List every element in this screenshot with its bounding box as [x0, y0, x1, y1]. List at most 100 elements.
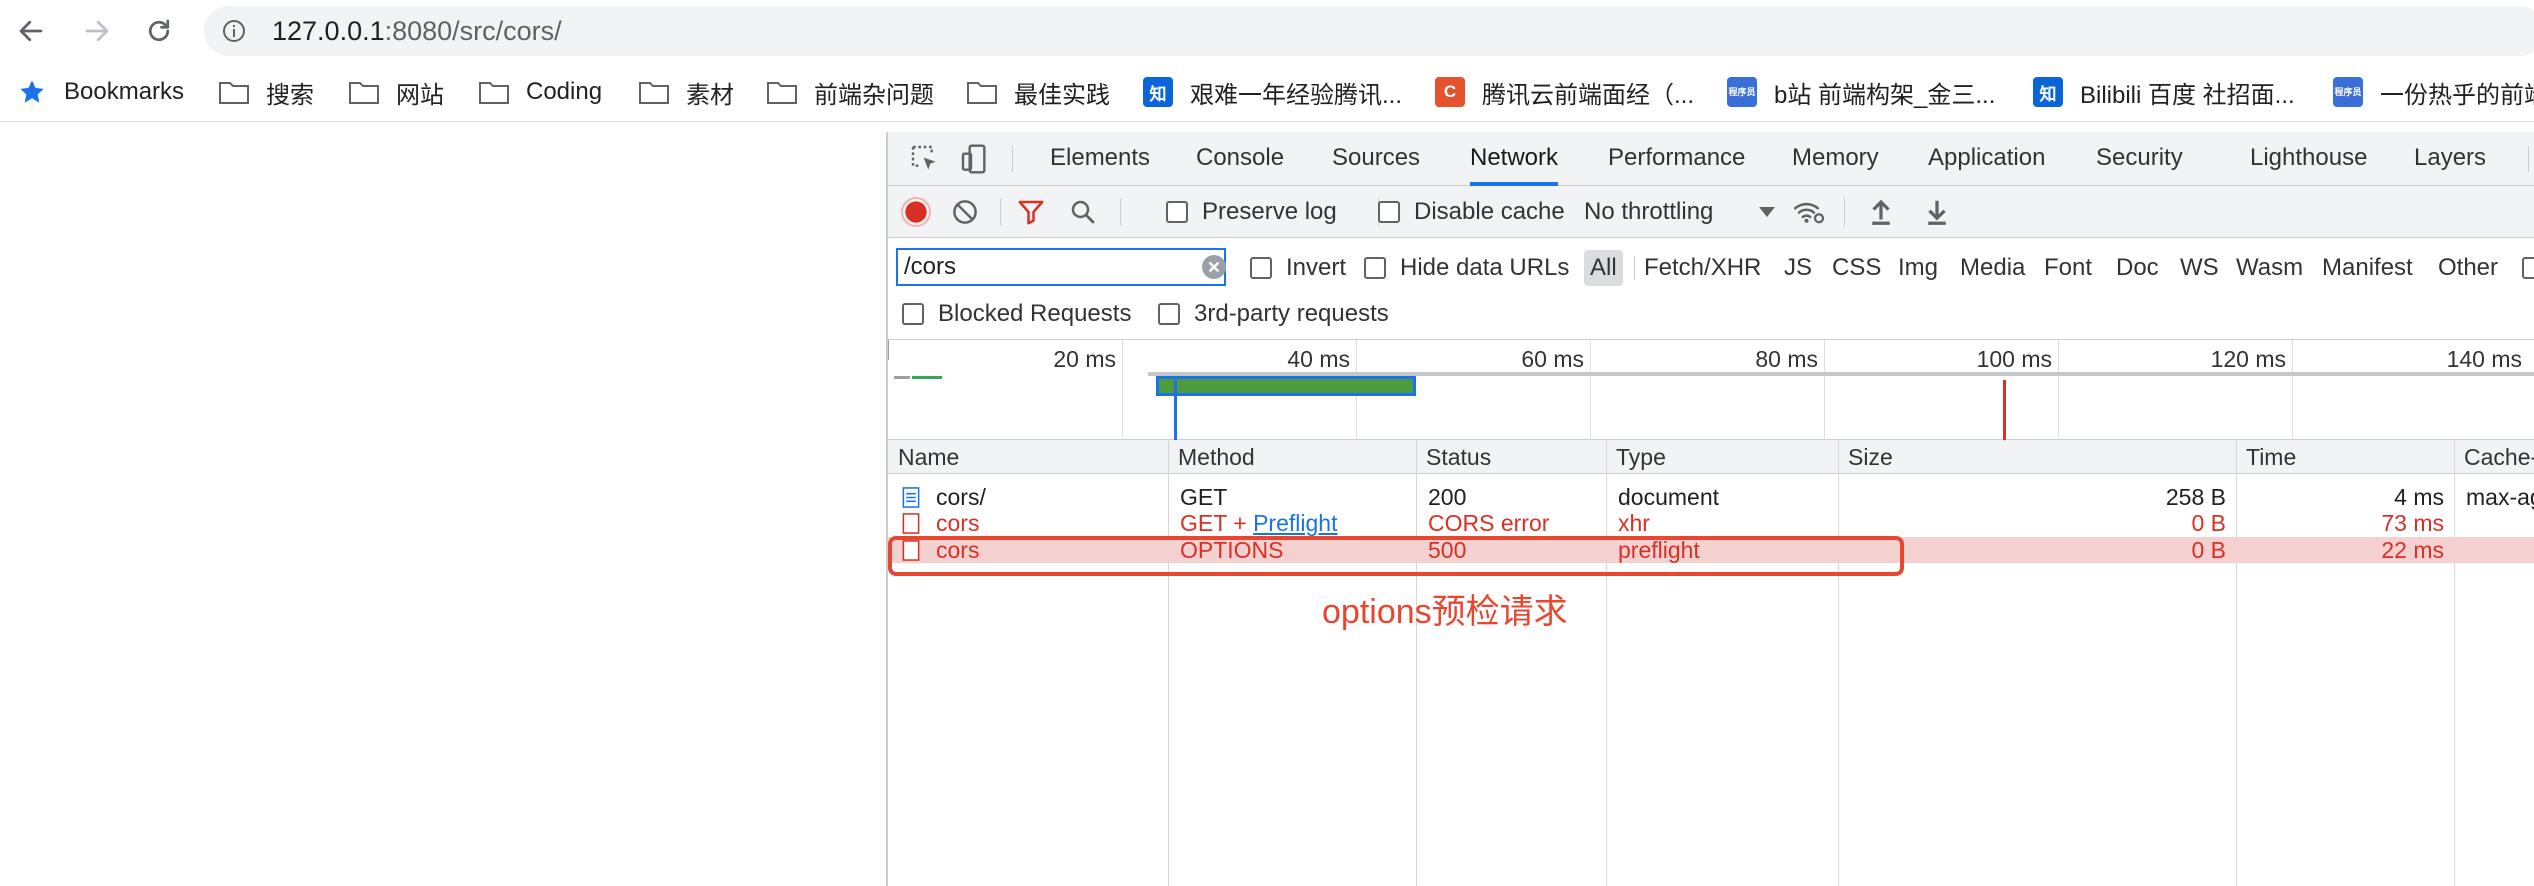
network-conditions-button[interactable] [1792, 194, 1826, 230]
bookmark-programmer-1[interactable]: 程序员 b站 前端构架_金三... [1726, 74, 1995, 110]
checkbox-box [2522, 257, 2534, 279]
blocked-requests-checkbox[interactable]: Blocked Requests [902, 296, 1131, 332]
timeline-tick-label: 80 ms [1755, 346, 1818, 372]
tab-sources[interactable]: Sources [1332, 132, 1420, 186]
timeline-tick-label: 60 ms [1521, 346, 1584, 372]
info-icon[interactable] [222, 19, 246, 43]
more-filters-checkbox[interactable] [2522, 250, 2534, 286]
type-filter-fetch-xhr[interactable]: Fetch/XHR [1640, 250, 1765, 286]
checkbox-box [1364, 257, 1386, 279]
filter-input[interactable]: /cors [896, 248, 1226, 286]
tab-security[interactable]: Security [2096, 132, 2183, 186]
throttling-select[interactable]: No throttling [1584, 194, 1777, 230]
device-toolbar-icon[interactable] [958, 143, 992, 175]
column-header-time[interactable]: Time [2246, 440, 2296, 474]
request-size: 0 B [2191, 510, 2226, 536]
request-time: 73 ms [2381, 510, 2444, 536]
type-filter-js[interactable]: JS [1780, 250, 1816, 286]
request-size: 258 B [2165, 484, 2226, 510]
column-header-type[interactable]: Type [1616, 440, 1666, 474]
network-controls: Preserve log Disable cache No throttling [888, 186, 2534, 238]
tab-elements[interactable]: Elements [1050, 132, 1150, 186]
preflight-link[interactable]: Preflight [1253, 510, 1337, 536]
bookmark-zhihu-1[interactable]: 知 艰难一年经验腾讯... [1142, 74, 1402, 110]
request-method-text: GET + [1180, 510, 1254, 536]
devtools-panel: Elements Console Sources Network Perform… [886, 132, 2534, 886]
import-har-button[interactable] [1868, 194, 1894, 230]
column-header-size[interactable]: Size [1848, 440, 1893, 474]
column-header-cache[interactable]: Cache- [2464, 440, 2534, 474]
wifi-settings-icon [1794, 202, 1825, 224]
tab-memory[interactable]: Memory [1792, 132, 1879, 186]
type-filter-wasm[interactable]: Wasm [2232, 250, 2307, 286]
star-icon [16, 78, 48, 106]
clear-filter-icon[interactable] [1202, 255, 1226, 279]
folder-icon [218, 78, 250, 106]
bookmark-folder-frontend-issues[interactable]: 前端杂问题 [766, 74, 934, 110]
address-bar[interactable]: 127.0.0.1:8080/src/cors/ [204, 6, 2534, 56]
tab-console[interactable]: Console [1196, 132, 1284, 186]
back-button[interactable] [8, 8, 54, 54]
request-type: document [1618, 484, 1720, 510]
invert-checkbox[interactable]: Invert [1250, 250, 1346, 286]
table-row[interactable]: cors GET + Preflight CORS error xhr 0 B … [888, 510, 2534, 536]
checkbox-box [1166, 201, 1188, 223]
bookmark-zhihu-2[interactable]: 知 Bilibili 百度 社招面... [2032, 74, 2295, 110]
forward-button[interactable] [74, 8, 120, 54]
type-filter-all[interactable]: All [1584, 250, 1623, 286]
disable-cache-checkbox[interactable]: Disable cache [1378, 194, 1565, 230]
export-har-button[interactable] [1924, 194, 1950, 230]
timeline-gridline [2292, 340, 2293, 440]
preserve-log-checkbox[interactable]: Preserve log [1166, 194, 1337, 230]
zhihu-icon: 知 [2032, 77, 2064, 107]
tab-separator [2528, 146, 2529, 172]
type-filter-media[interactable]: Media [1956, 250, 2029, 286]
network-overview-timeline[interactable]: 20 ms 40 ms 60 ms 80 ms 100 ms 120 ms 14… [888, 340, 2534, 440]
bookmark-folder-best-practices[interactable]: 最佳实践 [966, 74, 1110, 110]
type-filter-doc[interactable]: Doc [2112, 250, 2163, 286]
clear-button[interactable] [950, 194, 980, 230]
bookmark-programmer-2[interactable]: 程序员 一份热乎的前端 [2332, 74, 2534, 110]
back-arrow-icon [19, 20, 43, 42]
tab-layers[interactable]: Layers [2414, 132, 2486, 186]
reload-button[interactable] [136, 8, 182, 54]
type-filter-manifest[interactable]: Manifest [2318, 250, 2417, 286]
tab-network[interactable]: Network [1470, 132, 1559, 186]
bookmark-folder-materials[interactable]: 素材 [638, 74, 734, 110]
filter-toggle-button[interactable] [1016, 194, 1046, 230]
search-button[interactable] [1068, 194, 1098, 230]
tab-application[interactable]: Application [1928, 132, 2045, 186]
type-filter-css[interactable]: CSS [1828, 250, 1885, 286]
disable-cache-label: Disable cache [1414, 198, 1565, 225]
clear-icon [953, 200, 977, 224]
third-party-requests-checkbox[interactable]: 3rd-party requests [1158, 296, 1389, 332]
tab-performance[interactable]: Performance [1608, 132, 1745, 186]
controls-separator [1000, 198, 1001, 226]
bookmark-folder-coding[interactable]: Coding [478, 74, 602, 110]
tab-lighthouse[interactable]: Lighthouse [2250, 132, 2367, 186]
bookmark-folder-websites[interactable]: 网站 [348, 74, 444, 110]
inspect-element-icon[interactable] [908, 143, 942, 175]
bookmark-bookmarks[interactable]: Bookmarks [16, 74, 184, 110]
type-filter-font[interactable]: Font [2040, 250, 2096, 286]
bookmarks-bar: Bookmarks 搜索 网站 Coding 素材 前端杂问题 最佳实践 知 艰… [0, 62, 2534, 122]
column-header-method[interactable]: Method [1178, 440, 1255, 474]
column-header-name[interactable]: Name [898, 440, 959, 474]
record-button[interactable] [900, 194, 932, 230]
column-header-status[interactable]: Status [1426, 440, 1491, 474]
hide-data-urls-checkbox[interactable]: Hide data URLs [1364, 250, 1569, 286]
type-filter-img[interactable]: Img [1894, 250, 1942, 286]
blocked-requests-label: Blocked Requests [938, 300, 1132, 327]
url-text[interactable]: 127.0.0.1:8080/src/cors/ [272, 15, 562, 47]
annotation-highlight-box [888, 536, 1904, 576]
hide-data-urls-label: Hide data URLs [1400, 254, 1570, 281]
request-method: GET [1180, 484, 1228, 510]
zhihu-icon: 知 [1142, 77, 1174, 107]
request-time: 4 ms [2394, 484, 2444, 510]
bookmark-folder-search[interactable]: 搜索 [218, 74, 314, 110]
bookmark-csdn[interactable]: C 腾讯云前端面经（... [1434, 74, 1694, 110]
bookmark-label: 搜索 [266, 81, 314, 109]
type-filter-ws[interactable]: WS [2176, 250, 2223, 286]
table-row[interactable]: cors/ GET 200 document 258 B 4 ms max-ag [888, 484, 2534, 510]
type-filter-other[interactable]: Other [2434, 250, 2502, 286]
